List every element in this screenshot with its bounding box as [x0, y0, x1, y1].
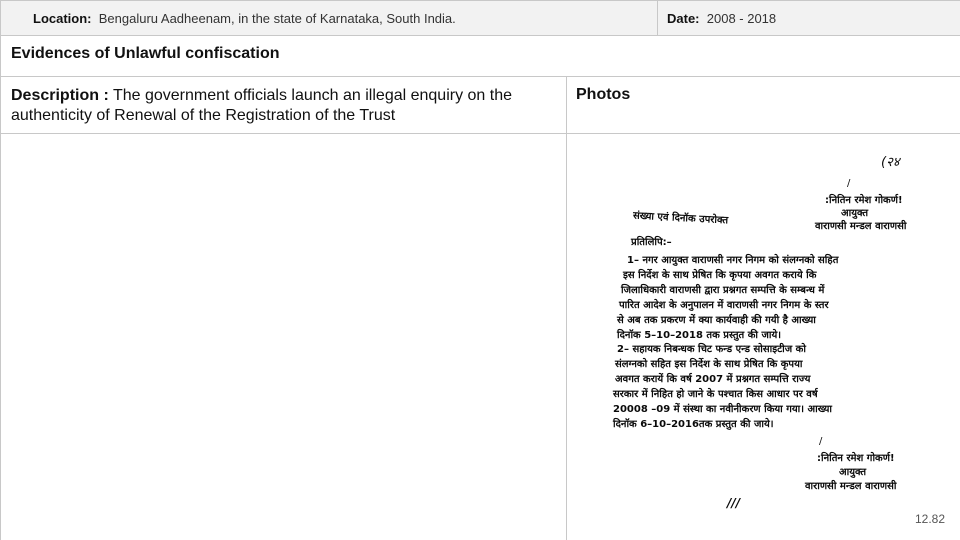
- description-body: [1, 134, 567, 540]
- scanned-document-image: (२४ / :नितिन रमेश गोकर्ण! आयुक्त वाराणसी…: [567, 134, 960, 540]
- paragraph-1-line: जिलाधिकारी वाराणसी द्वारा प्रश्नगत सम्पत…: [621, 285, 825, 296]
- paragraph-2-line: अवगत करायें कि वर्ष 2007 में प्रश्नगत सम…: [615, 374, 811, 385]
- photos-label: Photos: [576, 86, 631, 103]
- paragraph-1-line: से अब तक प्रकरण में क्या कार्यवाही की गय…: [617, 315, 816, 326]
- location-value: Bengaluru Aadheenam, in the state of Kar…: [98, 11, 456, 26]
- paragraph-2-line: 2– सहायक निबन्धक चिट फन्ड एन्ड सोसाइटीज …: [617, 344, 806, 355]
- signatory-title: आयुक्त: [841, 208, 869, 219]
- paragraph-1-line: दिनॉक 5–10–2018 तक प्रस्तुत की जाये।: [617, 330, 782, 341]
- description-label: Description :: [11, 87, 109, 104]
- content-row: (२४ / :नितिन रमेश गोकर्ण! आयुक्त वाराणसी…: [0, 134, 960, 540]
- paragraph-2-line: दिनॉक 6–10–2016तक प्रस्तुत की जाये।: [613, 419, 774, 430]
- location-cell: Location: Bengaluru Aadheenam, in the st…: [0, 1, 658, 35]
- header-bar: Location: Bengaluru Aadheenam, in the st…: [0, 0, 960, 36]
- date-label: Date:: [667, 11, 700, 26]
- section-title-row: Evidences of Unlawful confiscation: [0, 36, 960, 77]
- date-cell: Date: 2008 - 2018: [658, 1, 960, 35]
- signatory-title: आयुक्त: [839, 467, 867, 478]
- signatory-name: :नितिन रमेश गोकर्ण!: [825, 195, 903, 206]
- paragraph-1-line: 1– नगर आयुक्त वाराणसी नगर निगम को संलग्न…: [627, 255, 839, 266]
- photos-header: Photos: [567, 77, 960, 133]
- paragraph-1-line: पारित आदेश के अनुपालन में वाराणसी नगर नि…: [619, 300, 829, 311]
- photo-area: (२४ / :नितिन रमेश गोकर्ण! आयुक्त वाराणसी…: [567, 134, 960, 540]
- paragraph-1-line: इस निर्देश के साथ प्रेषित कि कृपया अवगत …: [623, 270, 817, 281]
- page-mark: (२४: [881, 155, 900, 170]
- signatory-office: वाराणसी मन्डल वाराणसी: [815, 221, 907, 232]
- signatory-office: वाराणसी मन्डल वाराणसी: [805, 481, 897, 492]
- description-row: Description : The government officials l…: [0, 77, 960, 134]
- signature-mark: /: [819, 436, 823, 447]
- section-title: Evidences of Unlawful confiscation: [11, 45, 280, 62]
- reference-line: संख्या एवं दिनॉक उपरोक्त: [632, 210, 729, 227]
- paragraph-2-line: संलग्नको सहित इस निर्देश के साथ प्रेषित …: [615, 359, 803, 370]
- end-mark: ///: [727, 496, 741, 510]
- signatory-name: :नितिन रमेश गोकर्ण!: [817, 453, 895, 464]
- paragraph-2-line: 20008 –09 में संस्था का नवीनीकरण किया गय…: [613, 404, 833, 415]
- date-value: 2008 - 2018: [706, 11, 777, 26]
- signature-mark: /: [847, 178, 851, 189]
- location-label: Location:: [33, 11, 92, 26]
- description-cell: Description : The government officials l…: [1, 77, 567, 133]
- slide-number: 12.82: [914, 512, 945, 526]
- paragraph-2-line: सरकार में निहित हो जाने के पश्चात किस आध…: [613, 389, 818, 400]
- copy-label: प्रतिलिपि:–: [631, 237, 672, 248]
